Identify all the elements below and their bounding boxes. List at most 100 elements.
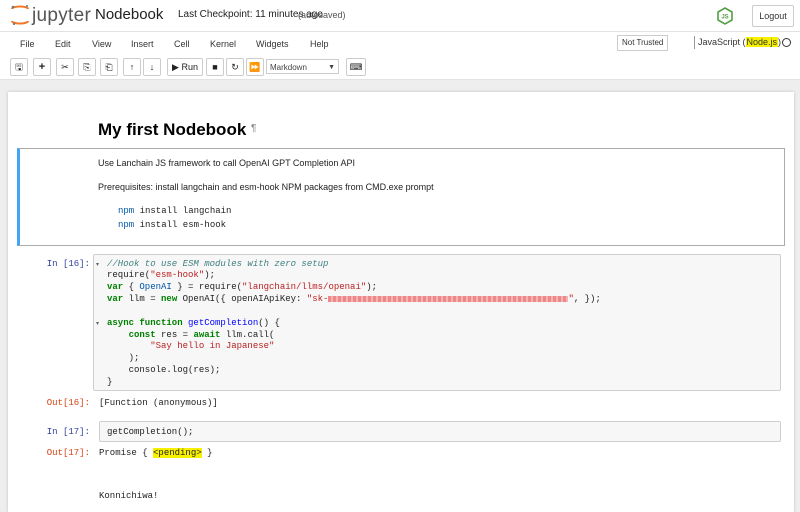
code-token: ); [366, 282, 378, 292]
run-button[interactable]: ▶ Run [167, 58, 203, 76]
menu-view[interactable]: View [92, 39, 111, 49]
menu-insert[interactable]: Insert [131, 39, 154, 49]
header: jupyter Nodebook Last Checkpoint: 11 min… [0, 0, 800, 31]
paste-button[interactable]: ⎗ [100, 58, 118, 76]
code-token: OpenAI [139, 282, 172, 292]
output-prompt: Out[16]: [46, 398, 90, 408]
code-token: llm = [123, 294, 162, 304]
code-line: "Say hello in Japanese" [107, 341, 274, 351]
code-line: var llm = new OpenAI({ openAIApiKey: "sk… [107, 294, 601, 304]
output-token: } [201, 448, 213, 458]
not-trusted-button[interactable]: Not Trusted [617, 35, 669, 51]
cell-type-select[interactable]: Markdown ▼ [266, 59, 339, 74]
code-line: async function getCompletion() { [107, 318, 280, 328]
code-line: } [107, 377, 113, 387]
restart-icon: ↻ [231, 62, 239, 72]
save-icon: 🖫 [15, 62, 23, 72]
code-token: await [193, 330, 221, 340]
notebook-name[interactable]: Nodebook [95, 6, 163, 23]
move-down-icon: ↓ [149, 62, 155, 72]
run-label: Run [181, 62, 198, 72]
save-button[interactable]: 🖫 [10, 58, 28, 76]
stdout-output: Konnichiwa! [99, 491, 159, 501]
code-line: var { OpenAI } = require("langchain/llms… [107, 282, 377, 292]
code-token: var [107, 282, 124, 292]
input-prompt: In [17]: [46, 427, 90, 437]
cell-output: Promise { <pending> } [99, 448, 212, 458]
copy-button[interactable]: ⎘ [78, 58, 96, 76]
move-down-button[interactable]: ↓ [143, 58, 161, 76]
code-token: //Hook to use ESM modules with zero setu… [107, 259, 329, 269]
pending-highlight: <pending> [153, 448, 202, 458]
code-token: "sk- [306, 294, 329, 304]
markdown-code-line: npm install langchain [118, 206, 231, 216]
code-token: var [107, 294, 124, 304]
markdown-code-line: npm install esm-hook [118, 220, 226, 230]
code-line: console.log(res); [107, 365, 221, 375]
jupyter-logo-icon [10, 5, 30, 26]
code-token: () { [258, 318, 280, 328]
menu-help[interactable]: Help [310, 39, 329, 49]
code-token: "langchain/llms/openai" [242, 282, 367, 292]
paste-icon: ⎗ [105, 62, 113, 72]
anchor-link-icon[interactable]: ¶ [251, 123, 256, 134]
code-token: "Say hello in Japanese" [150, 341, 275, 351]
cell-output: [Function (anonymous)] [99, 398, 218, 408]
kernel-indicator[interactable]: JavaScript (Node.js) [698, 37, 781, 47]
kernel-separator [694, 36, 695, 49]
stop-button[interactable]: ■ [206, 58, 224, 76]
code-line: require("esm-hook"); [107, 270, 215, 280]
svg-text:JS: JS [721, 15, 728, 21]
restart-button[interactable]: ↻ [226, 58, 244, 76]
code-cell-input[interactable] [99, 421, 781, 442]
menu-edit[interactable]: Edit [55, 39, 71, 49]
menu-widgets[interactable]: Widgets [256, 39, 289, 49]
code-token: install langchain [134, 206, 232, 216]
cut-icon: ✂ [61, 62, 69, 72]
code-token: getCompletion [188, 318, 259, 328]
code-token: async function [107, 318, 183, 328]
code-token: ); [204, 270, 216, 280]
code-token: , }); [573, 294, 601, 304]
logout-button[interactable]: Logout [752, 5, 794, 27]
fast-forward-icon: ⏩ [249, 62, 261, 72]
code-token: npm [118, 220, 135, 230]
menu-kernel[interactable]: Kernel [210, 39, 236, 49]
fold-icon[interactable]: ▾ [96, 261, 99, 268]
add-cell-icon: + [38, 61, 46, 73]
code-token: OpenAI({ openAIApiKey: [177, 294, 307, 304]
toolbar: 🖫 + ✂ ⎘ ⎗ ↑ ↓ ▶ Run ■ ↻ ⏩ ⌨ [0, 55, 800, 80]
add-cell-button[interactable]: + [33, 58, 51, 76]
cut-button[interactable]: ✂ [56, 58, 74, 76]
copy-icon: ⎘ [83, 62, 91, 72]
redacted-api-key [328, 295, 569, 302]
markdown-paragraph: Prerequisites: install langchain and esm… [98, 182, 434, 192]
keyboard-icon: ⌨ [349, 62, 363, 72]
fold-icon[interactable]: ▾ [96, 320, 99, 327]
fast-forward-button[interactable]: ⏩ [246, 58, 264, 76]
move-up-button[interactable]: ↑ [123, 58, 141, 76]
code-token: const [128, 330, 156, 340]
chevron-down-icon: ▼ [328, 64, 335, 71]
code-token: } = require( [171, 282, 243, 292]
move-up-icon: ↑ [129, 62, 135, 72]
code-token: new [161, 294, 178, 304]
jupyter-logo[interactable]: jupyter [10, 4, 91, 26]
menu-bar: File Edit View Insert Cell Kernel Widget… [0, 31, 800, 56]
menu-cell[interactable]: Cell [174, 39, 190, 49]
cell-type-value: Markdown [270, 63, 307, 72]
menu-file[interactable]: File [20, 39, 35, 49]
markdown-paragraph: Use Lanchain JS framework to call OpenAI… [98, 158, 355, 168]
code-line: ); [107, 353, 140, 363]
kernel-name-highlight: Node.js [745, 37, 779, 47]
code-token: require( [107, 270, 151, 280]
code-line: const res = await llm.call( [107, 330, 275, 340]
command-palette-button[interactable]: ⌨ [346, 58, 366, 76]
code-token: "esm-hook" [150, 270, 205, 280]
input-prompt: In [16]: [46, 259, 90, 269]
code-token: res = [155, 330, 194, 340]
code-line: getCompletion(); [107, 427, 194, 437]
nodejs-logo-icon: JS [717, 7, 733, 25]
